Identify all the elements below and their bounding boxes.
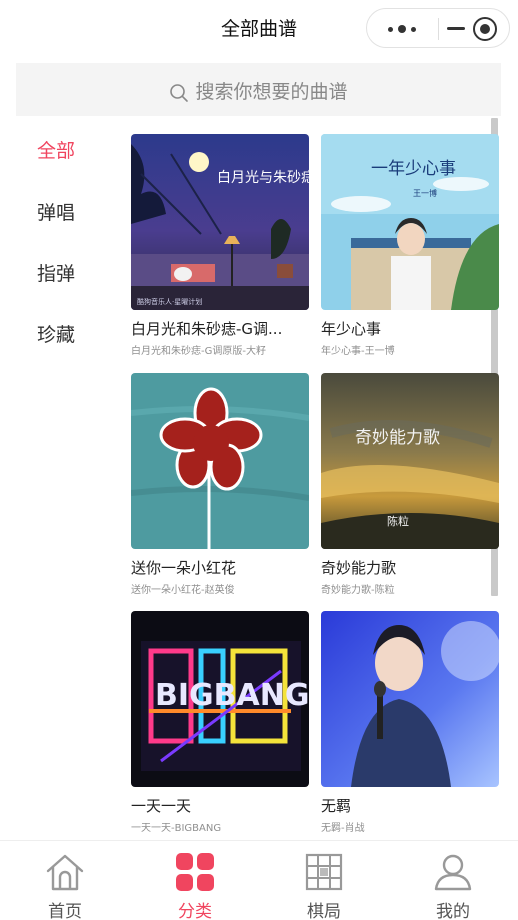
card-title: 送你一朵小红花: [131, 559, 237, 577]
minimize-icon[interactable]: [439, 9, 475, 49]
cover-image: [131, 373, 309, 549]
cover-image: 白月光与朱砂痣 酷狗音乐人·星曜计划: [131, 134, 309, 310]
card-title: 白月光和朱砂痣-G调...: [131, 320, 283, 338]
card-title: 无羁: [321, 797, 352, 815]
tab-mine[interactable]: 我的: [388, 841, 518, 920]
home-icon: [46, 854, 84, 891]
card-subtitle: 送你一朵小红花-赵英俊: [131, 585, 235, 596]
card-subtitle: 白月光和朱砂痣-G调原版-大籽: [131, 346, 266, 357]
user-icon: [434, 854, 472, 891]
cover-image: 奇妙能力歌 陈粒: [321, 373, 499, 549]
tab-chessboard[interactable]: 棋局: [259, 841, 389, 920]
cover-image: 一年少心事 王一博: [321, 134, 499, 310]
cover-image: [321, 611, 499, 787]
card-subtitle: 一天一天-BIGBANG: [131, 823, 222, 834]
tab-label: 分类: [178, 902, 212, 920]
cover-caption: 酷狗音乐人·星曜计划: [137, 297, 202, 306]
tab-category[interactable]: 分类: [130, 841, 260, 920]
card-subtitle: 无羁-肖战: [321, 823, 365, 834]
tab-bar: 首页 分类 棋局 我的: [0, 840, 518, 920]
cover-caption: 王一博: [413, 188, 437, 198]
card-subtitle: 奇妙能力歌-陈粒: [321, 585, 395, 596]
category-all[interactable]: 全部: [0, 136, 112, 163]
tab-label: 我的: [436, 902, 470, 920]
search-placeholder: 搜索你想要的曲谱: [195, 81, 348, 103]
navigation-bar: 全部曲谱: [0, 0, 518, 56]
category-strum-sing[interactable]: 弹唱: [0, 198, 112, 225]
cover-image: BIGBANG: [131, 611, 309, 787]
tab-label: 首页: [48, 902, 82, 920]
cover-text: 奇妙能力歌: [355, 428, 440, 448]
tab-label: 棋局: [307, 902, 341, 920]
chessboard-icon: [305, 853, 343, 891]
category-fingerstyle[interactable]: 指弹: [0, 259, 112, 286]
close-icon[interactable]: [473, 17, 497, 41]
card-title: 年少心事: [321, 320, 382, 338]
tab-home[interactable]: 首页: [0, 841, 130, 920]
more-icon[interactable]: [367, 9, 438, 49]
category-collection[interactable]: 珍藏: [0, 320, 112, 347]
card-title: 奇妙能力歌: [321, 559, 397, 577]
cover-text: 白月光与朱砂痣: [217, 170, 309, 186]
card-title: 一天一天: [131, 797, 192, 815]
cover-text: BIGBANG: [155, 678, 309, 713]
cover-caption: 陈粒: [387, 514, 409, 528]
mini-program-capsule: [366, 8, 510, 48]
cover-text: 一年少心事: [371, 159, 456, 179]
search-bar[interactable]: 搜索你想要的曲谱: [16, 63, 501, 116]
card-subtitle: 年少心事-王一博: [321, 346, 395, 357]
category-grid-icon: [176, 853, 214, 891]
search-icon: [170, 83, 189, 102]
